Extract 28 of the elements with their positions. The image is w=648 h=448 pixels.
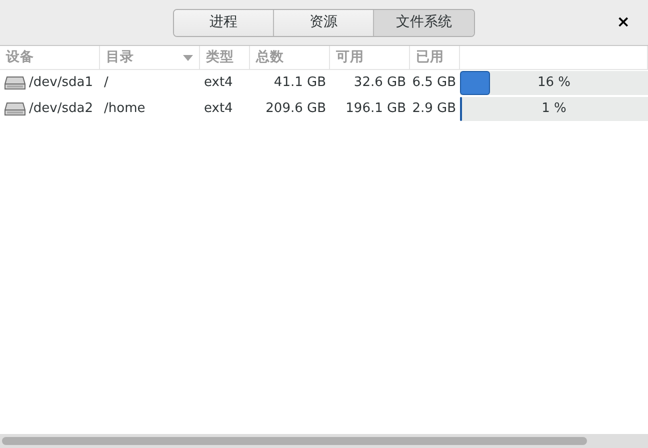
- scrollbar-thumb[interactable]: [2, 437, 587, 445]
- column-header[interactable]: 可用: [330, 46, 410, 70]
- column-header[interactable]: 类型: [200, 46, 250, 70]
- table-cell-text: 6.5 GB: [411, 74, 457, 92]
- table-cell-text: ext4: [203, 100, 234, 118]
- percent-label: 16 %: [537, 74, 571, 92]
- table-cell-text: 196.1 GB: [344, 100, 407, 118]
- percent-label: 1 %: [542, 100, 566, 118]
- column-header[interactable]: 已用: [410, 46, 460, 70]
- drive-icon: [4, 75, 26, 91]
- table-cell-text: ext4: [203, 74, 234, 92]
- tab[interactable]: 进程: [174, 10, 274, 36]
- table-cell-text: /home: [103, 100, 146, 118]
- column-header[interactable]: 设备: [0, 46, 100, 70]
- tab[interactable]: 资源: [274, 10, 374, 36]
- column-header[interactable]: 目录: [100, 46, 200, 70]
- table-cell-text: 41.1 GB: [272, 74, 327, 92]
- column-header[interactable]: 总数: [250, 46, 330, 70]
- table-cell-text: 209.6 GB: [264, 100, 327, 118]
- sort-arrow-icon: [183, 54, 193, 60]
- table-cell-text: /: [103, 74, 110, 92]
- device-name: /dev/sda2: [29, 100, 93, 118]
- device-name: /dev/sda1: [29, 74, 93, 92]
- close-button[interactable]: ×: [612, 12, 634, 32]
- drive-icon: [4, 101, 26, 117]
- tab[interactable]: 文件系统: [374, 10, 474, 36]
- table-cell-text: 2.9 GB: [411, 100, 457, 118]
- table-cell-text: 32.6 GB: [352, 74, 407, 92]
